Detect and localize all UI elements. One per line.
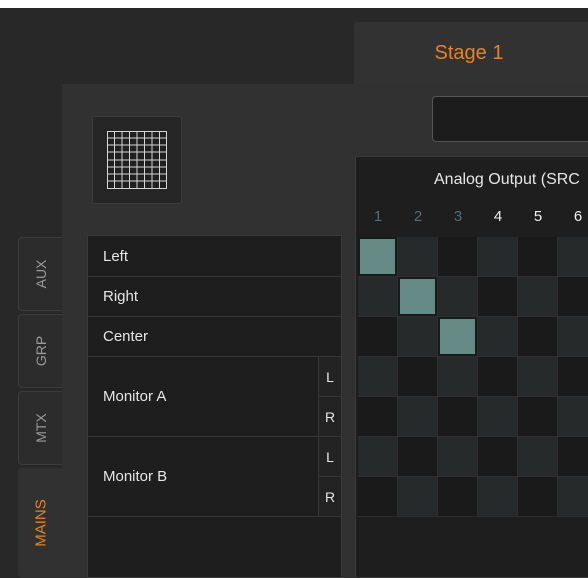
row-monitor-b[interactable]: Monitor B bbox=[88, 437, 341, 517]
matrix-cell[interactable] bbox=[398, 237, 438, 277]
matrix-cell[interactable] bbox=[518, 477, 558, 517]
monitor-b-right[interactable]: R bbox=[318, 477, 341, 517]
monitor-a-left[interactable]: L bbox=[318, 357, 341, 397]
tab-mtx-label: MTX bbox=[32, 413, 49, 443]
matrix-title: Analog Output (SRC bbox=[434, 171, 580, 188]
matrix-cell[interactable] bbox=[358, 437, 398, 477]
matrix-cell[interactable] bbox=[478, 397, 518, 437]
matrix-cell[interactable] bbox=[558, 277, 588, 317]
matrix-cell[interactable] bbox=[478, 477, 518, 517]
matrix-cell[interactable] bbox=[358, 277, 398, 317]
monitor-a-right[interactable]: R bbox=[318, 397, 341, 437]
tab-grp[interactable]: GRP bbox=[18, 314, 62, 388]
matrix-cell-routed[interactable] bbox=[398, 277, 438, 317]
matrix-cell[interactable] bbox=[438, 277, 478, 317]
matrix-cell[interactable] bbox=[558, 317, 588, 357]
row-monitor-a[interactable]: Monitor A bbox=[88, 357, 341, 437]
row-left[interactable]: Left bbox=[88, 237, 341, 277]
matrix-cell[interactable] bbox=[478, 357, 518, 397]
matrix-cell[interactable] bbox=[478, 317, 518, 357]
matrix-cell[interactable] bbox=[478, 437, 518, 477]
matrix-cell[interactable] bbox=[398, 397, 438, 437]
tab-stage-label[interactable]: Stage 1 bbox=[354, 22, 584, 84]
column-header[interactable]: 4 bbox=[478, 198, 518, 236]
matrix-cell[interactable] bbox=[558, 437, 588, 477]
matrix-cell-routed[interactable] bbox=[438, 317, 478, 357]
column-header[interactable]: 2 bbox=[398, 198, 438, 236]
row-center[interactable]: Center bbox=[88, 317, 341, 357]
matrix-cell[interactable] bbox=[558, 397, 588, 437]
monitor-b-left[interactable]: L bbox=[318, 437, 341, 477]
matrix-cell[interactable] bbox=[558, 237, 588, 277]
matrix-cell[interactable] bbox=[518, 357, 558, 397]
matrix-cell[interactable] bbox=[358, 477, 398, 517]
top-strip bbox=[0, 0, 588, 8]
matrix-cell[interactable] bbox=[358, 357, 398, 397]
matrix-cell[interactable] bbox=[478, 277, 518, 317]
matrix-cell[interactable] bbox=[518, 277, 558, 317]
tab-mtx[interactable]: MTX bbox=[18, 391, 62, 465]
matrix-cell[interactable] bbox=[518, 317, 558, 357]
matrix-cell-routed[interactable] bbox=[358, 237, 398, 277]
tab-aux[interactable]: AUX bbox=[18, 237, 62, 311]
column-header[interactable]: 6 bbox=[558, 198, 588, 236]
matrix-cell[interactable] bbox=[438, 477, 478, 517]
matrix-cell[interactable] bbox=[558, 357, 588, 397]
matrix-cell[interactable] bbox=[478, 237, 518, 277]
tab-mains[interactable]: MAINS bbox=[18, 468, 62, 578]
name-field[interactable] bbox=[432, 96, 588, 142]
grid-icon bbox=[107, 131, 167, 189]
matrix-cell[interactable] bbox=[358, 397, 398, 437]
matrix-cell[interactable] bbox=[398, 357, 438, 397]
row-right[interactable]: Right bbox=[88, 277, 341, 317]
tab-grp-label: GRP bbox=[32, 335, 49, 367]
matrix-cell[interactable] bbox=[438, 397, 478, 437]
matrix-cell[interactable] bbox=[518, 397, 558, 437]
matrix-cell[interactable] bbox=[398, 317, 438, 357]
column-header[interactable]: 1 bbox=[358, 198, 398, 236]
matrix-cell[interactable] bbox=[398, 437, 438, 477]
matrix-cell[interactable] bbox=[518, 237, 558, 277]
matrix-cell[interactable] bbox=[438, 237, 478, 277]
matrix-cell[interactable] bbox=[398, 477, 438, 517]
matrix-cell[interactable] bbox=[558, 477, 588, 517]
matrix-cell[interactable] bbox=[438, 357, 478, 397]
column-header[interactable]: 5 bbox=[518, 198, 558, 236]
matrix-cell[interactable] bbox=[438, 437, 478, 477]
column-header[interactable]: 3 bbox=[438, 198, 478, 236]
tab-mains-label: MAINS bbox=[32, 499, 49, 547]
grid-view-button[interactable] bbox=[92, 116, 182, 204]
matrix-cell[interactable] bbox=[518, 437, 558, 477]
matrix-cell[interactable] bbox=[358, 317, 398, 357]
tab-aux-label: AUX bbox=[32, 259, 49, 289]
